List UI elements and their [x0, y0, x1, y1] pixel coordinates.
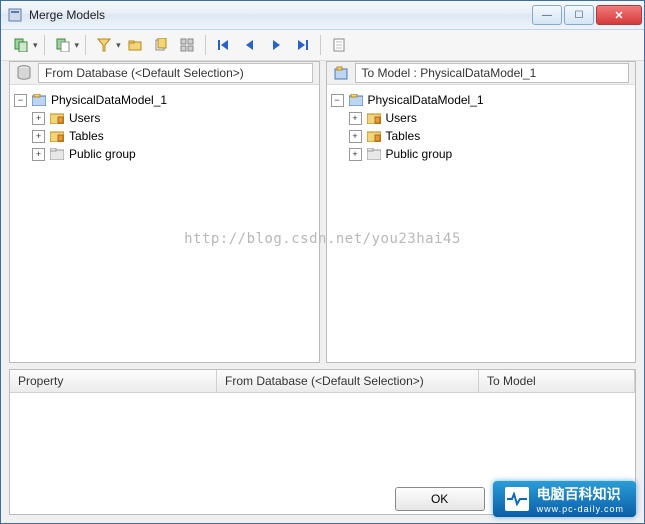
tree-item[interactable]: + Public group — [331, 145, 632, 163]
toolbar-grid[interactable] — [175, 33, 199, 57]
folder-lock-icon — [49, 129, 65, 143]
folder-icon — [366, 147, 382, 161]
tree-item[interactable]: + Tables — [14, 127, 315, 145]
dropdown-arrow-icon[interactable]: ▾ — [116, 40, 121, 51]
model-icon — [333, 65, 349, 81]
folder-lock-icon — [366, 129, 382, 143]
from-panel-label[interactable]: From Database (<Default Selection>) — [38, 63, 313, 83]
tree-item[interactable]: + Public group — [14, 145, 315, 163]
toolbar-action-1[interactable] — [9, 33, 33, 57]
expand-icon[interactable]: + — [349, 112, 362, 125]
toolbar-separator — [44, 35, 45, 55]
tree-node-label: Users — [386, 109, 417, 127]
tree-node-label: Users — [69, 109, 100, 127]
from-panel: From Database (<Default Selection>) − Ph… — [9, 61, 320, 363]
minimize-icon: — — [542, 10, 552, 21]
maximize-button[interactable]: ☐ — [564, 5, 594, 25]
to-tree[interactable]: − PhysicalDataModel_1 + Users + — [327, 85, 636, 362]
folder-icon — [49, 147, 65, 161]
expand-icon[interactable]: + — [349, 130, 362, 143]
expand-icon[interactable]: + — [349, 148, 362, 161]
from-tree[interactable]: − PhysicalDataModel_1 + Users + — [10, 85, 319, 362]
tree-root[interactable]: − PhysicalDataModel_1 — [331, 91, 632, 109]
toolbar-action-2[interactable] — [51, 33, 75, 57]
toolbar-separator — [320, 35, 321, 55]
nav-last[interactable] — [290, 33, 314, 57]
model-icon — [348, 93, 364, 107]
close-button[interactable]: ✕ — [596, 5, 642, 25]
toolbar-copy[interactable] — [149, 33, 173, 57]
close-icon: ✕ — [614, 9, 623, 22]
tree-item[interactable]: + Users — [331, 109, 632, 127]
tree-node-label: PhysicalDataModel_1 — [51, 91, 167, 109]
nav-first[interactable] — [212, 33, 236, 57]
model-icon — [31, 93, 47, 107]
window-title: Merge Models — [29, 8, 532, 22]
dropdown-arrow-icon[interactable]: ▾ — [33, 40, 38, 51]
tree-node-label: Public group — [386, 145, 453, 163]
grid-col-to[interactable]: To Model — [479, 370, 635, 392]
titlebar[interactable]: Merge Models — ☐ ✕ — [1, 1, 644, 30]
tree-root[interactable]: − PhysicalDataModel_1 — [14, 91, 315, 109]
app-icon — [7, 7, 23, 23]
tree-node-label: Tables — [386, 127, 421, 145]
badge-subtitle: www.pc-daily.com — [537, 504, 624, 514]
tree-node-label: Public group — [69, 145, 136, 163]
maximize-icon: ☐ — [575, 10, 584, 21]
toolbar-filter[interactable] — [92, 33, 116, 57]
grid-header: Property From Database (<Default Selecti… — [10, 370, 635, 393]
grid-col-from[interactable]: From Database (<Default Selection>) — [217, 370, 479, 392]
database-icon — [16, 65, 32, 81]
tree-node-label: PhysicalDataModel_1 — [368, 91, 484, 109]
pulse-icon — [505, 487, 529, 511]
to-panel: To Model : PhysicalDataModel_1 − Physica… — [326, 61, 637, 363]
tree-item[interactable]: + Tables — [331, 127, 632, 145]
merge-models-window: Merge Models — ☐ ✕ ▾ ▾ ▾ — [0, 0, 645, 524]
expand-icon[interactable]: + — [32, 130, 45, 143]
ok-button-label: OK — [431, 492, 448, 506]
collapse-icon[interactable]: − — [331, 94, 344, 107]
minimize-button[interactable]: — — [532, 5, 562, 25]
to-panel-header: To Model : PhysicalDataModel_1 — [327, 62, 636, 85]
folder-lock-icon — [49, 111, 65, 125]
expand-icon[interactable]: + — [32, 112, 45, 125]
dropdown-arrow-icon[interactable]: ▾ — [75, 40, 80, 51]
grid-col-property[interactable]: Property — [10, 370, 217, 392]
from-panel-header: From Database (<Default Selection>) — [10, 62, 319, 85]
to-panel-label[interactable]: To Model : PhysicalDataModel_1 — [355, 63, 630, 83]
badge-title: 电脑百科知识 — [537, 484, 624, 504]
toolbar-open[interactable] — [123, 33, 147, 57]
ok-button[interactable]: OK — [395, 487, 485, 511]
tree-node-label: Tables — [69, 127, 104, 145]
collapse-icon[interactable]: − — [14, 94, 27, 107]
tree-item[interactable]: + Users — [14, 109, 315, 127]
toolbar-separator — [85, 35, 86, 55]
toolbar-separator — [205, 35, 206, 55]
toolbar: ▾ ▾ ▾ — [1, 30, 644, 61]
site-badge: 电脑百科知识 www.pc-daily.com — [493, 481, 636, 517]
folder-lock-icon — [366, 111, 382, 125]
toolbar-document[interactable] — [327, 33, 351, 57]
expand-icon[interactable]: + — [32, 148, 45, 161]
nav-next[interactable] — [264, 33, 288, 57]
nav-prev[interactable] — [238, 33, 262, 57]
